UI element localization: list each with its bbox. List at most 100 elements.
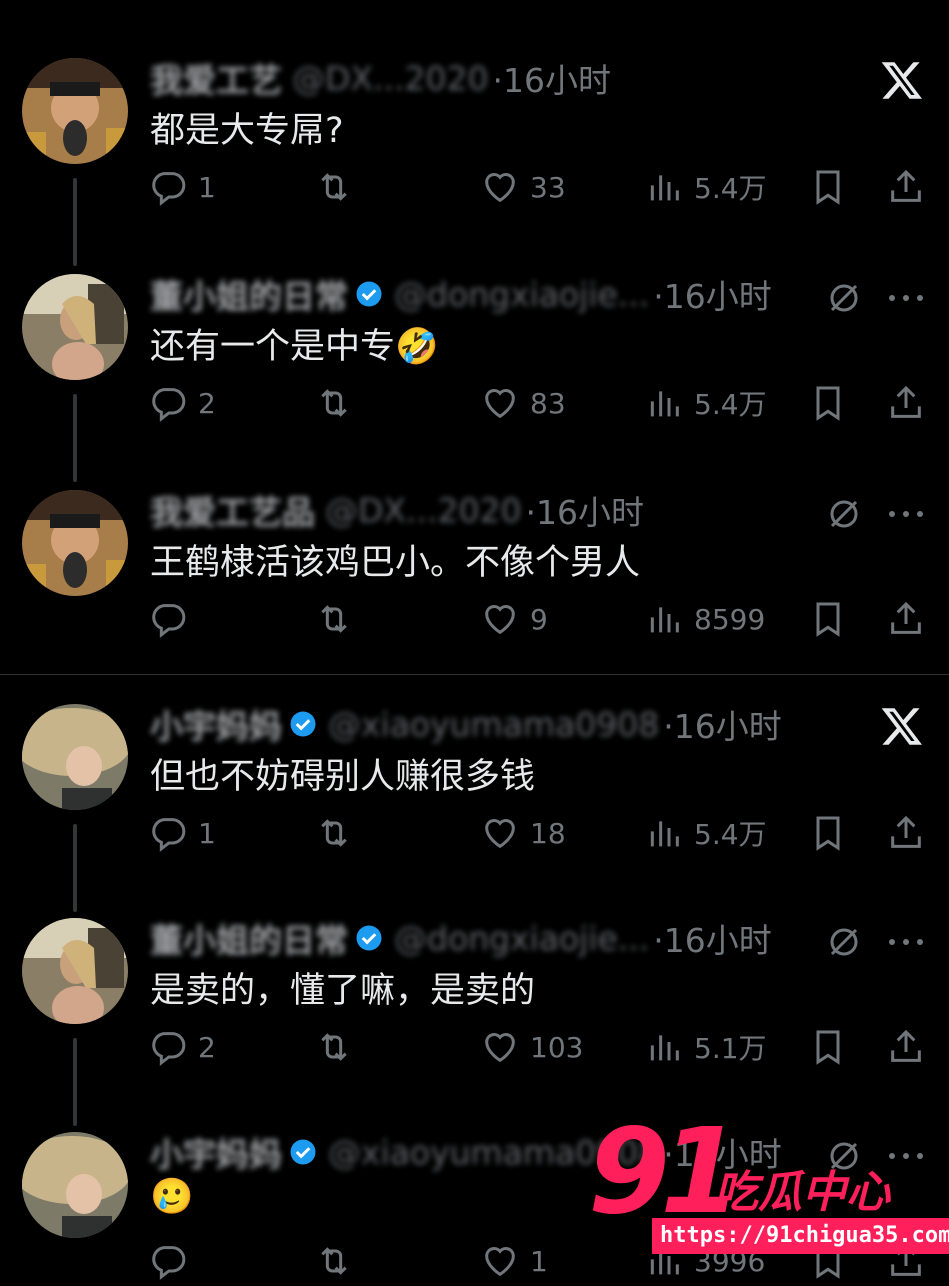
views-button[interactable]: 5.4万 (644, 808, 767, 858)
divider (0, 674, 949, 675)
reply-count: 1 (198, 816, 216, 850)
author-handle[interactable]: @DX...2020 (325, 491, 521, 530)
x-logo-icon[interactable] (880, 58, 924, 102)
heart-icon (485, 1033, 515, 1063)
more-icon[interactable] (886, 932, 926, 952)
share-icon (891, 601, 921, 634)
post-time[interactable]: ·16小时 (663, 700, 781, 748)
retweet-button[interactable] (314, 1022, 364, 1072)
author-handle[interactable]: @dongxiaojie... (394, 275, 649, 314)
reply-icon (152, 388, 186, 422)
retweet-icon (321, 605, 347, 633)
avatar[interactable] (22, 1132, 128, 1238)
views-button[interactable]: 8599 (644, 594, 765, 644)
like-count: 1 (530, 1244, 548, 1278)
author-name[interactable]: 我爱工艺品 (150, 486, 315, 534)
author-name[interactable]: 小宇妈妈 (150, 700, 282, 748)
post-text: 王鹤棣活该鸡巴小。不像个男人 (150, 543, 641, 583)
watermark-url: https://91chigua35.com (652, 1218, 949, 1254)
post-time[interactable]: ·16小时 (525, 486, 643, 534)
author-name[interactable]: 我爱工艺 (150, 54, 282, 102)
like-button[interactable]: 83 (480, 378, 566, 428)
retweet-button[interactable] (314, 162, 364, 212)
reply-count: 2 (198, 386, 216, 420)
view-count: 5.4万 (694, 172, 767, 205)
author-handle[interactable]: @DX...2020 (292, 59, 488, 98)
share-button[interactable] (886, 378, 926, 428)
author-name[interactable]: 董小姐的日常 (150, 914, 348, 962)
bookmark-icon (816, 816, 840, 851)
share-button[interactable] (886, 1022, 926, 1072)
avatar[interactable] (22, 274, 128, 380)
verified-badge-icon (356, 281, 382, 307)
bookmark-button[interactable] (808, 1022, 848, 1072)
grok-icon[interactable] (826, 496, 862, 532)
view-count: 5.4万 (694, 388, 767, 421)
like-button[interactable]: 9 (480, 594, 548, 644)
post-time[interactable]: ·16小时 (653, 914, 771, 962)
bookmark-button[interactable] (808, 808, 848, 858)
like-button[interactable]: 1 (480, 1236, 548, 1286)
bookmark-button[interactable] (808, 378, 848, 428)
author-handle[interactable]: @dongxiaojie... (394, 919, 649, 958)
share-button[interactable] (886, 808, 926, 858)
author-name[interactable]: 小宇妈妈 (150, 1128, 282, 1176)
reply-button[interactable]: 2 (148, 378, 216, 428)
reply-icon (152, 604, 186, 638)
bookmark-icon (816, 1030, 840, 1065)
share-icon (891, 169, 921, 202)
retweet-icon (321, 819, 347, 847)
analytics-icon (650, 175, 679, 201)
verified-badge-icon (290, 1139, 316, 1165)
share-button[interactable] (886, 162, 926, 212)
analytics-icon (650, 1035, 679, 1061)
avatar[interactable] (22, 704, 128, 810)
action-bar: 2 103 5.1万 (148, 1022, 938, 1072)
avatar[interactable] (22, 490, 128, 596)
more-icon[interactable] (886, 504, 926, 524)
views-button[interactable]: 5.4万 (644, 162, 767, 212)
like-button[interactable]: 33 (480, 162, 566, 212)
more-icon[interactable] (886, 288, 926, 308)
grok-icon[interactable] (826, 924, 862, 960)
views-button[interactable]: 5.1万 (644, 1022, 767, 1072)
post-text: 🥲 (150, 1177, 194, 1217)
bookmark-button[interactable] (808, 594, 848, 644)
retweet-button[interactable] (314, 1236, 364, 1286)
post-time[interactable]: ·16小时 (653, 270, 771, 318)
grok-icon[interactable] (826, 280, 862, 316)
retweet-icon (321, 1033, 347, 1061)
x-logo-icon[interactable] (880, 704, 924, 748)
bookmark-icon (816, 170, 840, 205)
reply-button[interactable] (148, 1236, 198, 1286)
reply-button[interactable]: 2 (148, 1022, 216, 1072)
bookmark-button[interactable] (808, 162, 848, 212)
avatar[interactable] (22, 918, 128, 1024)
post-text: 但也不妨碍别人赚很多钱 (150, 757, 536, 797)
action-bar: 2 83 5.4万 (148, 378, 938, 428)
action-bar: 9 8599 (148, 594, 938, 644)
like-count: 18 (530, 816, 566, 850)
retweet-button[interactable] (314, 378, 364, 428)
post-text: 都是大专屌? (150, 111, 344, 151)
post-time[interactable]: ·16小时 (492, 54, 610, 102)
like-button[interactable]: 103 (480, 1022, 583, 1072)
avatar[interactable] (22, 58, 128, 164)
share-button[interactable] (886, 594, 926, 644)
watermark-brand: 吃瓜中心 (714, 1167, 890, 1218)
share-icon (891, 815, 921, 848)
retweet-button[interactable] (314, 808, 364, 858)
views-button[interactable]: 5.4万 (644, 378, 767, 428)
reply-icon (152, 1246, 186, 1280)
bookmark-icon (816, 386, 840, 421)
author-name[interactable]: 董小姐的日常 (150, 270, 348, 318)
retweet-button[interactable] (314, 594, 364, 644)
like-button[interactable]: 18 (480, 808, 566, 858)
heart-icon (485, 389, 515, 419)
reply-count: 2 (198, 1030, 216, 1064)
reply-button[interactable] (148, 594, 198, 644)
reply-button[interactable]: 1 (148, 162, 216, 212)
reply-button[interactable]: 1 (148, 808, 216, 858)
thread-connector (73, 394, 77, 482)
author-handle[interactable]: @xiaoyumama0908 (328, 705, 659, 744)
